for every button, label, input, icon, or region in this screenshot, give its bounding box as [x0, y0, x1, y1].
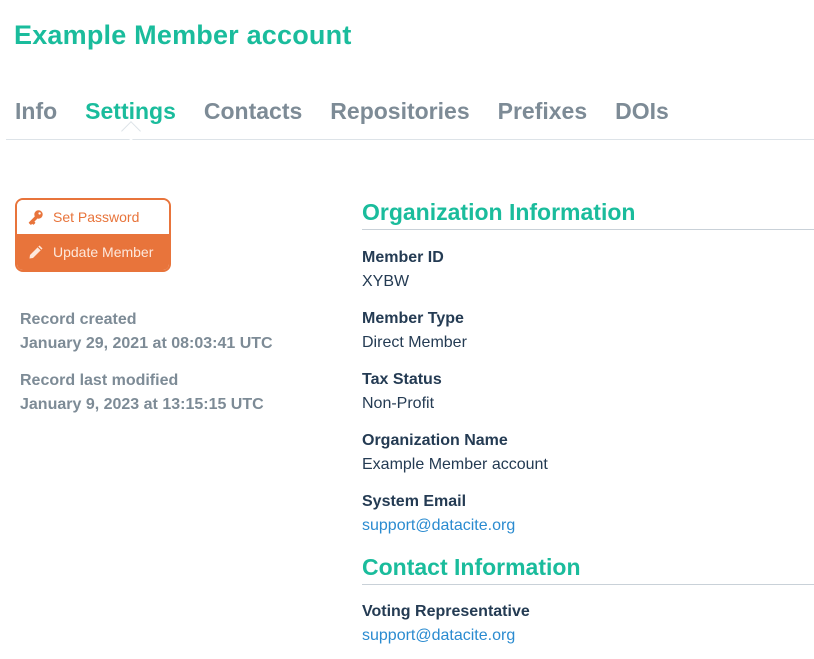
tab-prefixes[interactable]: Prefixes — [498, 94, 588, 125]
tax-status-field: Tax Status Non-Profit — [362, 371, 442, 413]
update-member-label: Update Member — [53, 244, 154, 260]
record-created-label: Record created — [20, 311, 137, 328]
record-modified-label: Record last modified — [20, 372, 179, 389]
organization-name-label: Organization Name — [362, 432, 508, 449]
tab-bar: Info Settings Contacts Repositories Pref… — [6, 94, 814, 141]
tab-dois[interactable]: DOIs — [615, 94, 669, 125]
tax-status-label: Tax Status — [362, 371, 442, 388]
member-type-label: Member Type — [362, 310, 464, 327]
organization-heading: Organization Information — [362, 199, 814, 230]
system-email-label: System Email — [362, 493, 467, 510]
pencil-icon — [27, 243, 45, 261]
update-member-button[interactable]: Update Member — [17, 234, 169, 270]
set-password-button[interactable]: Set Password — [17, 200, 169, 234]
active-tab-caret — [120, 121, 141, 141]
member-id-value: XYBW — [362, 273, 410, 290]
record-created-value: January 29, 2021 at 08:03:41 UTC — [20, 335, 273, 352]
record-modified-value: January 9, 2023 at 13:15:15 UTC — [20, 396, 264, 413]
page-title: Example Member account — [14, 20, 352, 50]
member-id-label: Member ID — [362, 249, 444, 266]
voting-representative-link[interactable]: support@datacite.org — [362, 627, 530, 645]
tax-status-value: Non-Profit — [362, 395, 435, 412]
set-password-label: Set Password — [53, 209, 140, 225]
member-id-field: Member ID XYBW — [362, 249, 444, 291]
system-email-field: System Email support@datacite.org — [362, 493, 515, 535]
tab-info[interactable]: Info — [15, 94, 57, 125]
record-created: Record created January 29, 2021 at 08:03… — [20, 311, 273, 353]
contact-heading: Contact Information — [362, 554, 814, 585]
member-type-field: Member Type Direct Member — [362, 310, 467, 352]
tab-contacts[interactable]: Contacts — [204, 94, 302, 125]
tab-settings[interactable]: Settings — [85, 94, 176, 141]
organization-name-field: Organization Name Example Member account — [362, 432, 548, 474]
tab-repositories[interactable]: Repositories — [330, 94, 469, 125]
voting-representative-field: Voting Representative support@datacite.o… — [362, 603, 530, 645]
member-type-value: Direct Member — [362, 334, 467, 351]
system-email-link[interactable]: support@datacite.org — [362, 517, 515, 535]
key-icon — [27, 208, 45, 226]
organization-name-value: Example Member account — [362, 456, 548, 473]
voting-representative-label: Voting Representative — [362, 603, 530, 620]
member-actions: Set Password Update Member — [15, 198, 171, 272]
member-settings-page: Example Member account Info Settings Con… — [0, 0, 814, 659]
record-modified: Record last modified January 9, 2023 at … — [20, 372, 264, 414]
